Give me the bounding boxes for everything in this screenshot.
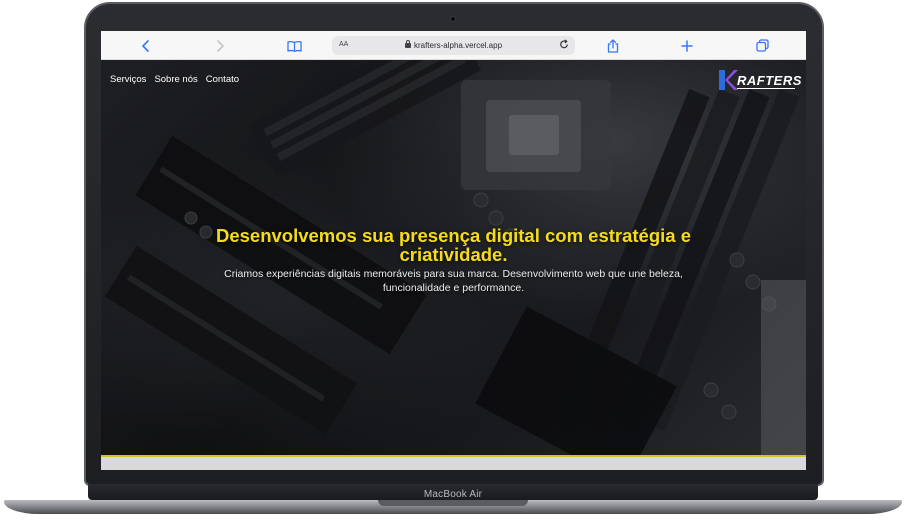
plus-icon[interactable] <box>678 37 696 54</box>
logo-wordmark: RAFTERS <box>737 73 802 88</box>
next-section-strip <box>101 457 806 470</box>
chevron-right-icon[interactable] <box>211 37 229 54</box>
nav-link-sobre-nos[interactable]: Sobre nós <box>154 74 197 85</box>
nav-link-servicos[interactable]: Serviços <box>110 74 146 85</box>
lid-notch <box>378 500 528 506</box>
browser-toolbar: AA krafters-alpha.vercel.app <box>101 31 806 60</box>
hero-section: Serviços Sobre nós Contato RAFTERS Desen… <box>101 60 806 457</box>
tabs-icon[interactable] <box>753 37 771 54</box>
url-text-wrapper: krafters-alpha.vercel.app <box>332 40 575 50</box>
laptop-screen: AA krafters-alpha.vercel.app Serviços So… <box>101 31 806 470</box>
url-text[interactable]: krafters-alpha.vercel.app <box>414 41 502 50</box>
logo-underline <box>737 88 795 89</box>
hero-headline: Desenvolvemos sua presença digital com e… <box>215 225 692 265</box>
reload-icon[interactable] <box>559 39 569 53</box>
address-bar[interactable]: AA krafters-alpha.vercel.app <box>332 36 575 55</box>
laptop-hinge: MacBook Air <box>88 484 818 500</box>
webcam <box>450 16 456 22</box>
krafters-logo[interactable]: RAFTERS <box>716 68 801 92</box>
site-nav: Serviços Sobre nós Contato <box>110 74 239 85</box>
k-logo-icon <box>719 70 738 90</box>
nav-link-contato[interactable]: Contato <box>206 74 239 85</box>
laptop-base: MacBook Air <box>0 480 906 518</box>
model-label: MacBook Air <box>423 489 483 500</box>
hero-subheadline: Criamos experiências digitais memoráveis… <box>224 268 683 294</box>
share-icon[interactable] <box>604 37 622 54</box>
book-icon[interactable] <box>285 37 303 54</box>
chevron-left-icon[interactable] <box>137 37 155 54</box>
lock-icon <box>404 40 411 48</box>
